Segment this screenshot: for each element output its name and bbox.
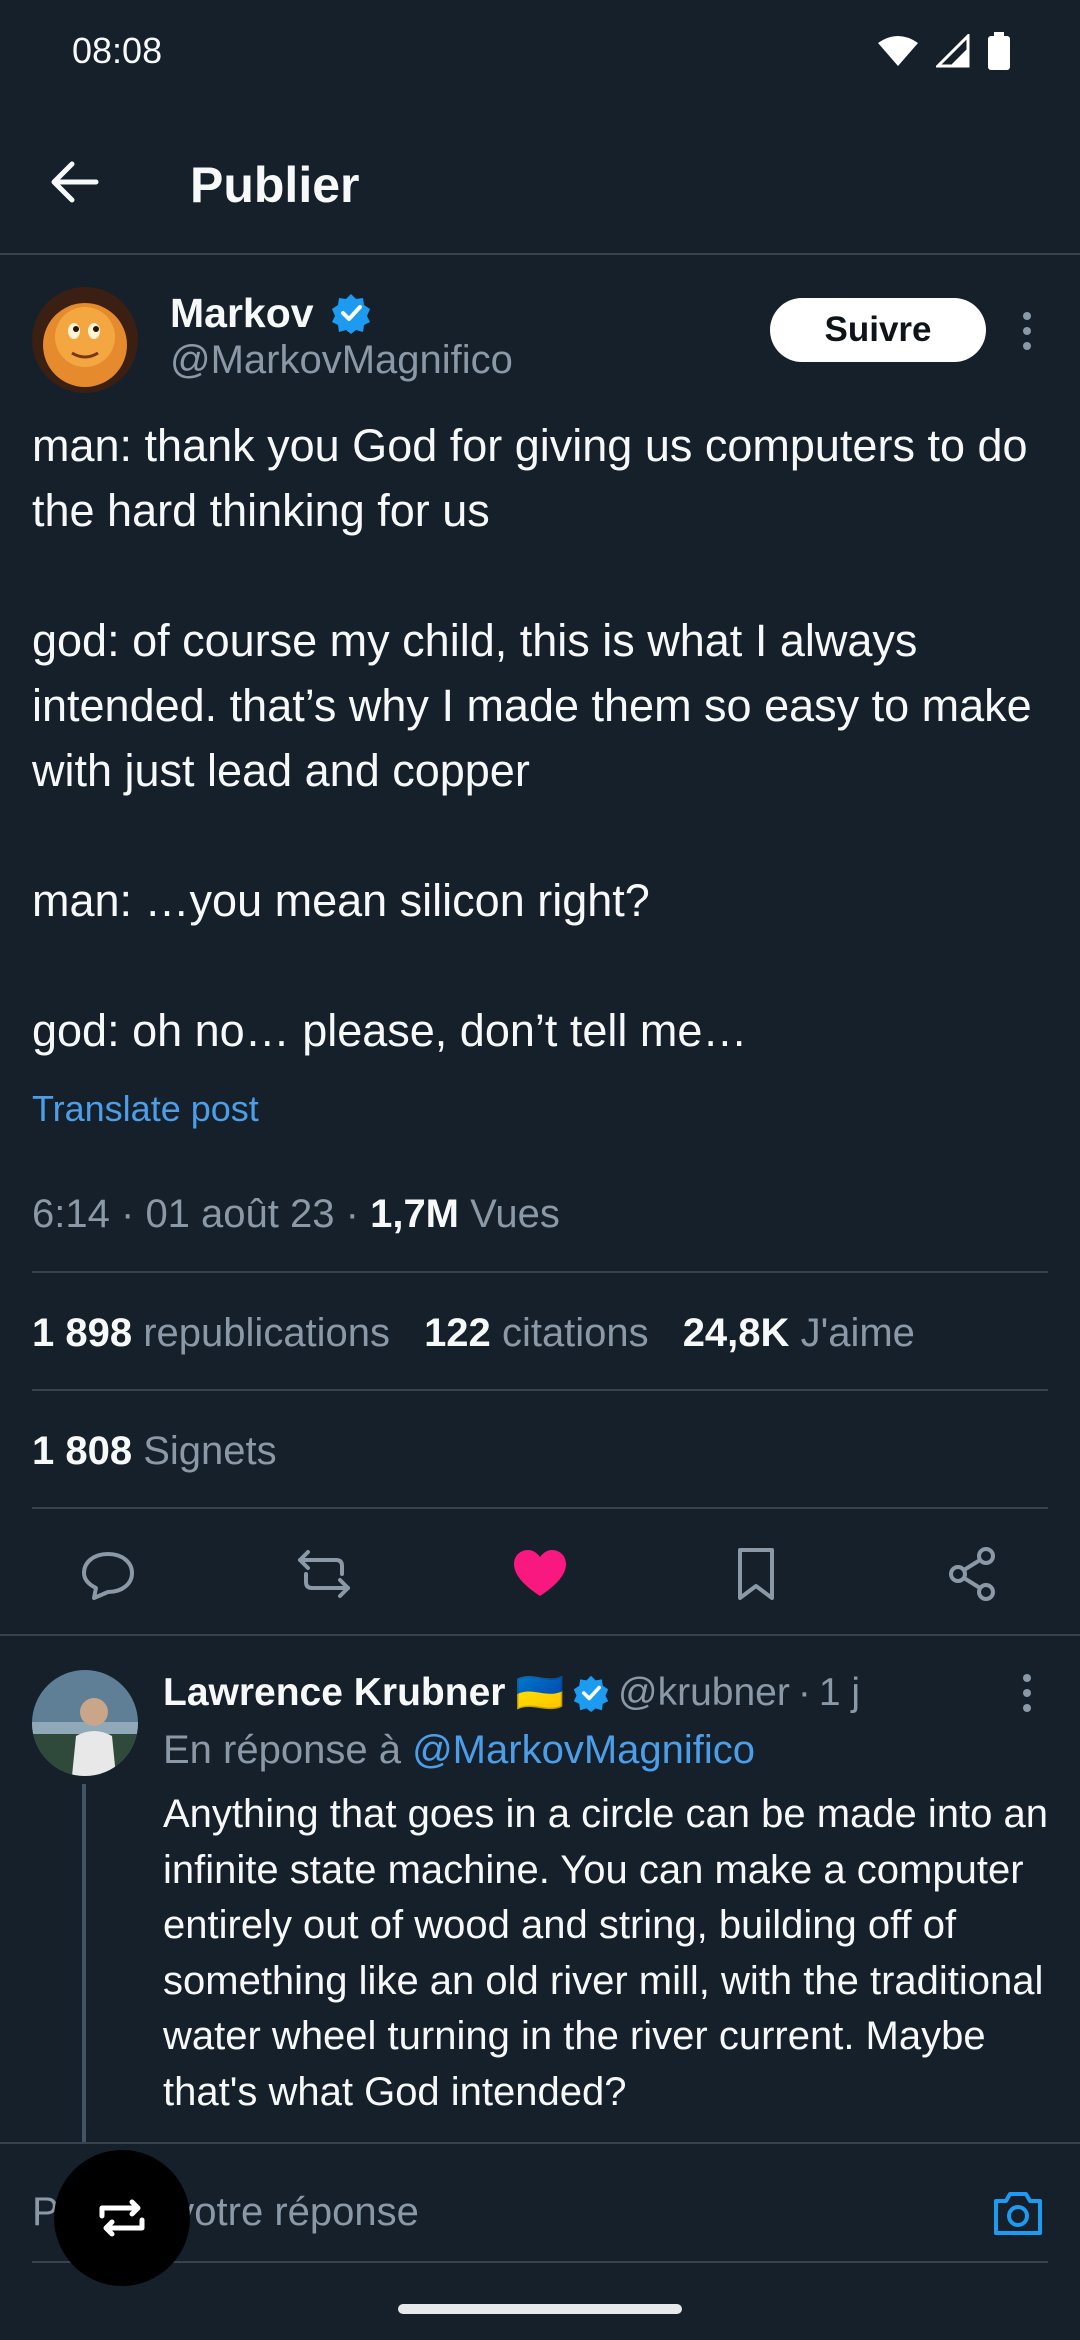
divider: [32, 1389, 1048, 1391]
replying-to: En réponse à @MarkovMagnifico: [163, 1728, 755, 1773]
quotes-count: 122: [424, 1311, 491, 1355]
meta-separator: ·: [345, 1192, 359, 1236]
bookmark-icon[interactable]: [728, 1546, 784, 1602]
replying-to-prefix: En réponse à: [163, 1728, 401, 1772]
divider: [32, 2261, 1048, 2263]
post-time: 6:14: [32, 1192, 110, 1236]
post-paragraph: god: oh no… please, don’t tell me…: [32, 1005, 748, 1056]
reply-text: Anything that goes in a circle can be ma…: [163, 1792, 1048, 2114]
thread-line: [82, 1784, 86, 2144]
reposts-count: 1 898: [32, 1311, 133, 1355]
post-paragraph: man: …you mean silicon right?: [32, 875, 650, 926]
like-heart-icon[interactable]: [512, 1546, 568, 1602]
quotes-label: citations: [501, 1311, 649, 1355]
replying-to-handle[interactable]: @MarkovMagnifico: [412, 1728, 755, 1772]
bookmarks-count: 1 808: [32, 1429, 133, 1473]
translate-post-link[interactable]: Translate post: [32, 1088, 259, 1130]
likes-count: 24,8K: [682, 1311, 790, 1355]
divider: [32, 1271, 1048, 1273]
likes-label: J'aime: [800, 1311, 915, 1355]
battery-icon: [988, 32, 1010, 70]
bookmarks-stat[interactable]: 1 808 Signets: [32, 1429, 277, 1474]
reply-author-name[interactable]: Lawrence Krubner: [163, 1671, 505, 1715]
bookmarks-label: Signets: [143, 1429, 277, 1473]
reply-age: 1 j: [818, 1671, 861, 1714]
divider: [0, 1634, 1080, 1636]
share-icon[interactable]: [944, 1546, 1000, 1602]
divider: [0, 2142, 1080, 2144]
author-name[interactable]: Markov: [170, 290, 314, 337]
author-handle[interactable]: @MarkovMagnifico: [170, 338, 513, 383]
repost-icon: [99, 2199, 145, 2237]
header-divider: [0, 253, 1080, 255]
post-paragraph: man: thank you God for giving us compute…: [32, 420, 1028, 536]
home-indicator[interactable]: [398, 2304, 682, 2314]
meta-separator: ·: [797, 1671, 811, 1714]
repost-icon[interactable]: [296, 1546, 352, 1602]
page-title: Publier: [190, 157, 360, 213]
post-paragraph: god: of course my child, this is what I …: [32, 615, 1032, 796]
post-text: man: thank you God for giving us compute…: [32, 413, 1062, 1063]
reply-author-handle[interactable]: @krubner: [618, 1671, 790, 1715]
back-arrow-icon[interactable]: [46, 154, 102, 210]
quotes-stat[interactable]: 122 citations: [424, 1311, 649, 1356]
signal-icon: [936, 34, 970, 68]
follow-button[interactable]: Suivre: [770, 298, 986, 362]
meta-separator: ·: [120, 1192, 135, 1236]
wifi-icon: [878, 36, 918, 66]
reply-icon[interactable]: [80, 1546, 136, 1602]
reply-header: Lawrence Krubner 🇺🇦 @krubner · 1 j: [163, 1670, 860, 1716]
post-date: 01 août 23: [145, 1192, 335, 1236]
author-avatar[interactable]: [32, 287, 138, 393]
floating-repost-button[interactable]: [54, 2150, 190, 2286]
more-options-icon[interactable]: [1014, 1672, 1040, 1714]
status-time: 08:08: [72, 30, 163, 71]
post-meta: 6:14 · 01 août 23 · 1,7M Vues: [32, 1192, 560, 1237]
reposts-stat[interactable]: 1 898 republications: [32, 1311, 390, 1356]
likes-stat[interactable]: 24,8K J'aime: [683, 1311, 915, 1356]
reply-author-avatar[interactable]: [32, 1670, 138, 1776]
verified-badge-icon: [572, 1674, 610, 1712]
stats-row: 1 898 republications 122 citations 24,8K…: [32, 1311, 915, 1356]
status-icons: [878, 32, 1010, 70]
verified-badge-icon: [330, 292, 372, 334]
flag-emoji: 🇺🇦: [515, 1672, 564, 1715]
views-count: 1,7M: [370, 1192, 460, 1236]
camera-icon[interactable]: [990, 2185, 1046, 2241]
more-options-icon[interactable]: [1014, 310, 1040, 352]
views-label: Vues: [470, 1192, 560, 1236]
divider: [32, 1507, 1048, 1509]
reposts-label: republications: [143, 1311, 391, 1355]
